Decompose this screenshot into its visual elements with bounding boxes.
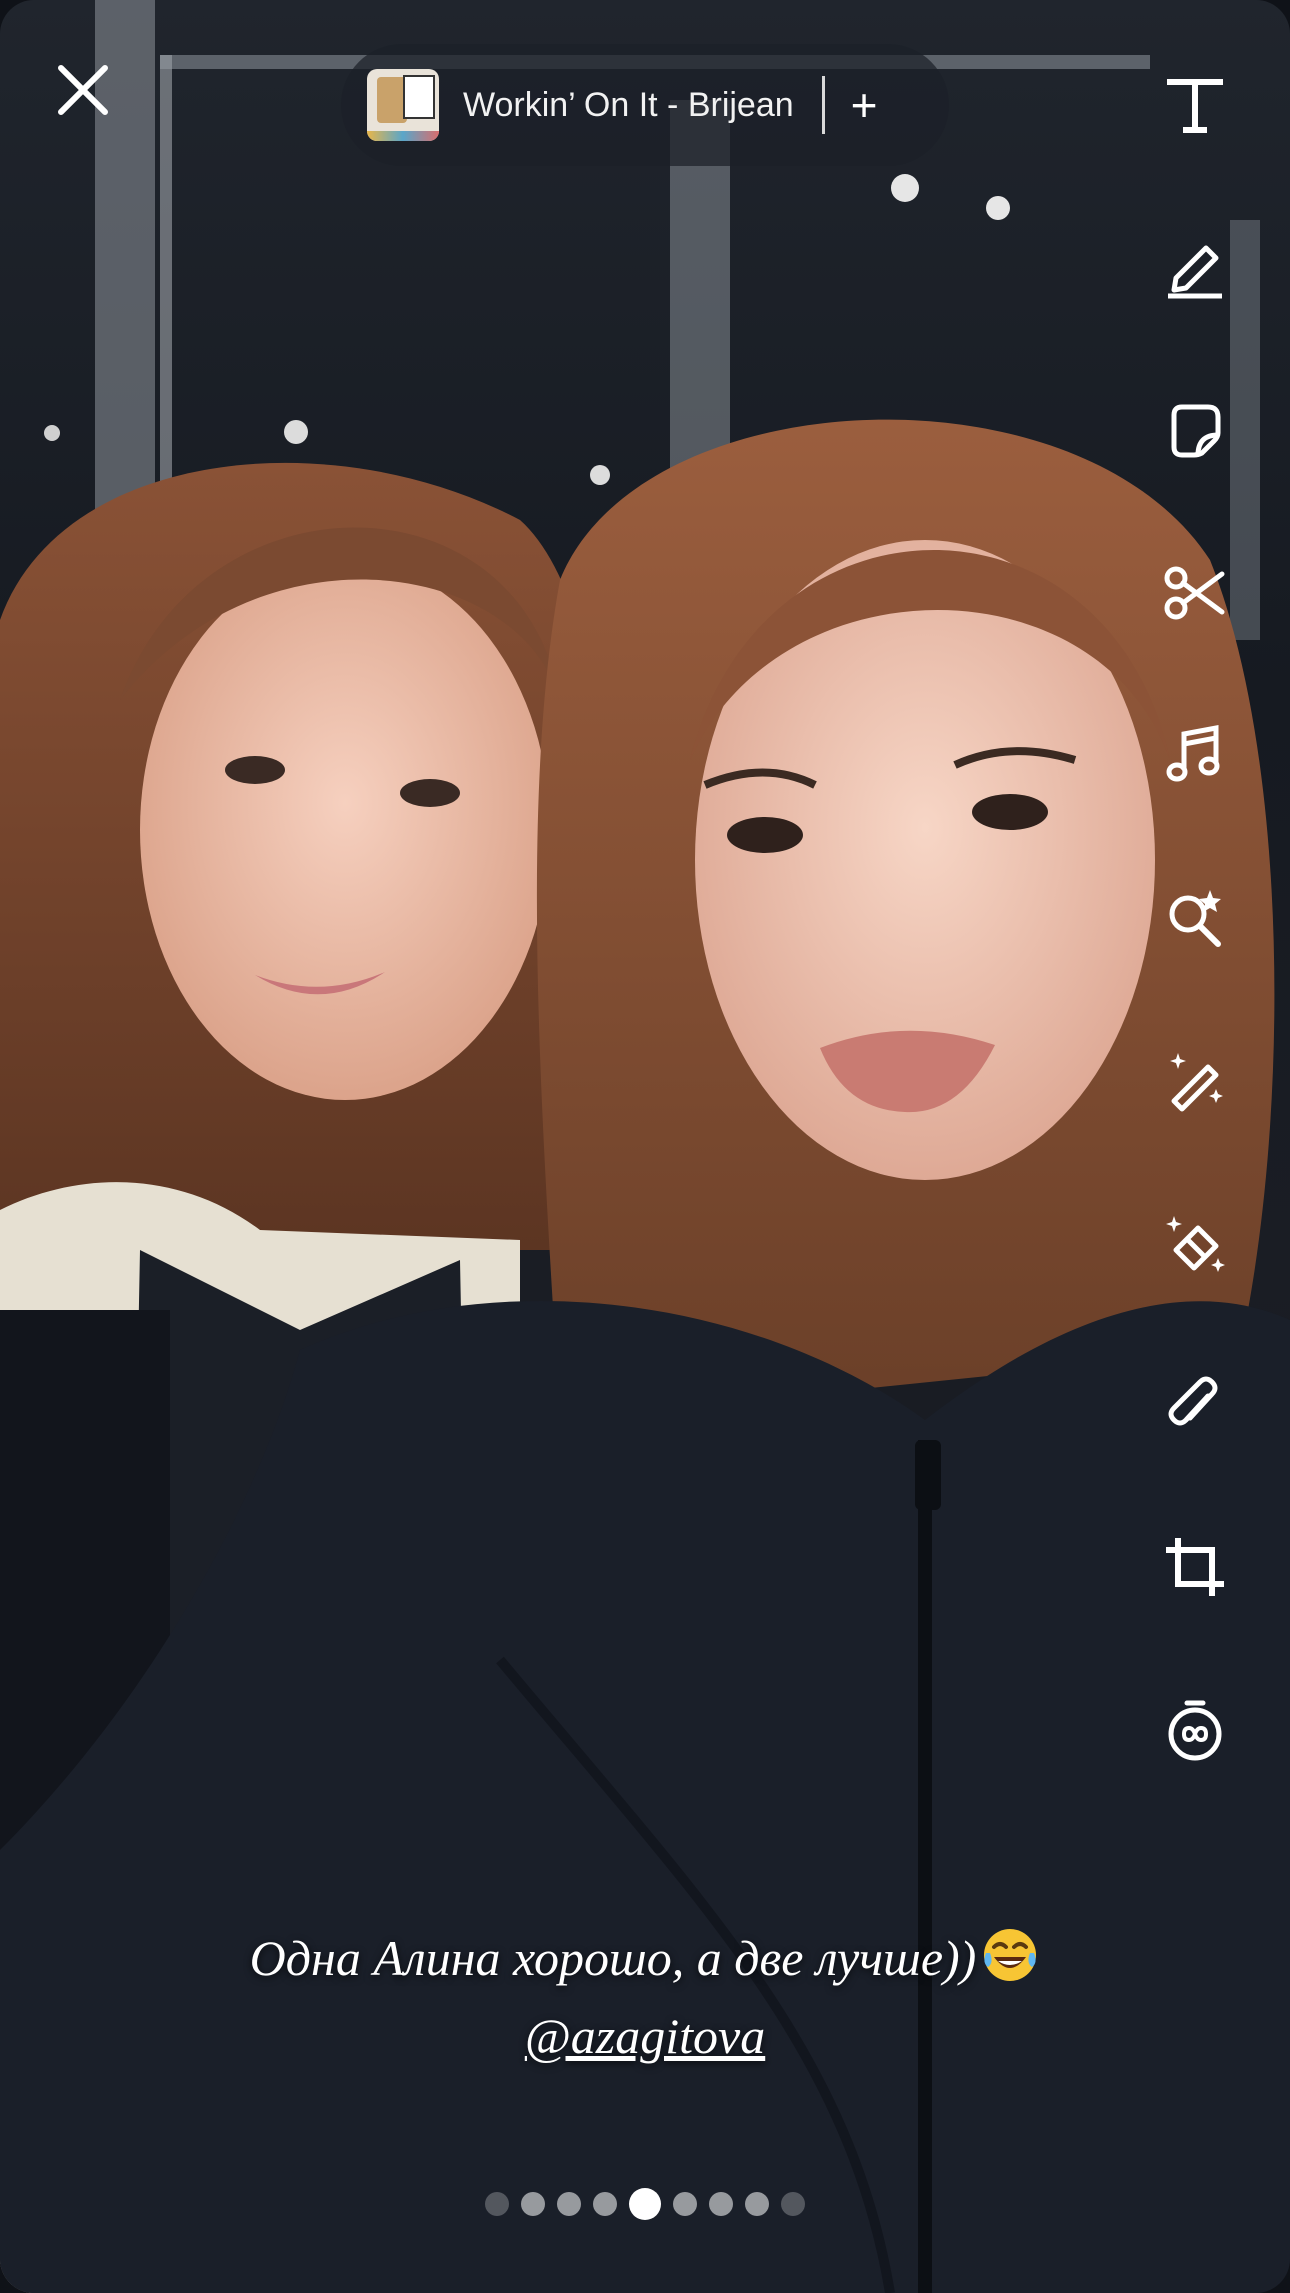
text-tool-button[interactable] <box>1160 70 1230 140</box>
pagination-dot <box>485 2192 509 2216</box>
draw-tool-button[interactable] <box>1160 232 1230 302</box>
paperclip-icon <box>1168 1376 1218 1426</box>
music-tool-button[interactable] <box>1160 720 1230 790</box>
story-pagination <box>0 2188 1290 2220</box>
music-sticker-pill[interactable]: Workin’ On It - Brijean + <box>341 44 949 166</box>
timer-tool-button[interactable] <box>1160 1695 1230 1765</box>
scissors-tool-button[interactable] <box>1160 558 1230 628</box>
story-editor-screen: Workin’ On It - Brijean + Одна Алина хор… <box>0 0 1290 2293</box>
pagination-dot <box>709 2192 733 2216</box>
magic-wand-icon <box>1170 1053 1223 1112</box>
pill-divider <box>821 76 825 134</box>
laughing-tears-emoji-icon <box>984 1929 1037 1981</box>
scissors-icon <box>1164 566 1225 620</box>
attachment-tool-button[interactable] <box>1160 1370 1230 1440</box>
music-note-icon <box>1166 724 1220 782</box>
song-title: Workin’ On It - Brijean <box>463 85 794 124</box>
crop-tool-button[interactable] <box>1160 1532 1230 1602</box>
lens-search-icon <box>1169 890 1221 947</box>
pagination-dot-active <box>629 2188 661 2220</box>
pagination-dot <box>673 2192 697 2216</box>
album-art <box>367 69 439 141</box>
magic-eraser-button[interactable] <box>1160 1208 1230 1278</box>
pagination-dot <box>781 2192 805 2216</box>
crop-icon <box>1166 1538 1224 1596</box>
close-button[interactable] <box>55 62 111 118</box>
pagination-dot <box>557 2192 581 2216</box>
pencil-icon <box>1168 245 1222 299</box>
pagination-dot <box>745 2192 769 2216</box>
lens-search-button[interactable] <box>1160 882 1230 952</box>
timer-icon <box>1168 1700 1222 1761</box>
mention-link[interactable]: @azagitova <box>0 2007 1290 2065</box>
text-icon <box>1167 79 1223 133</box>
magic-eraser-icon <box>1166 1216 1225 1272</box>
add-music-button[interactable]: + <box>851 82 878 128</box>
pagination-dot <box>521 2192 545 2216</box>
pagination-dot <box>593 2192 617 2216</box>
magic-wand-button[interactable] <box>1160 1045 1230 1115</box>
caption-text: Одна Алина хорошо, а две лучше)) <box>249 1930 977 1986</box>
close-icon <box>58 65 108 115</box>
story-caption[interactable]: Одна Алина хорошо, а две лучше)) @azagit… <box>0 1925 1290 2065</box>
sticker-tool-button[interactable] <box>1160 395 1230 465</box>
sticker-icon <box>1171 404 1221 458</box>
